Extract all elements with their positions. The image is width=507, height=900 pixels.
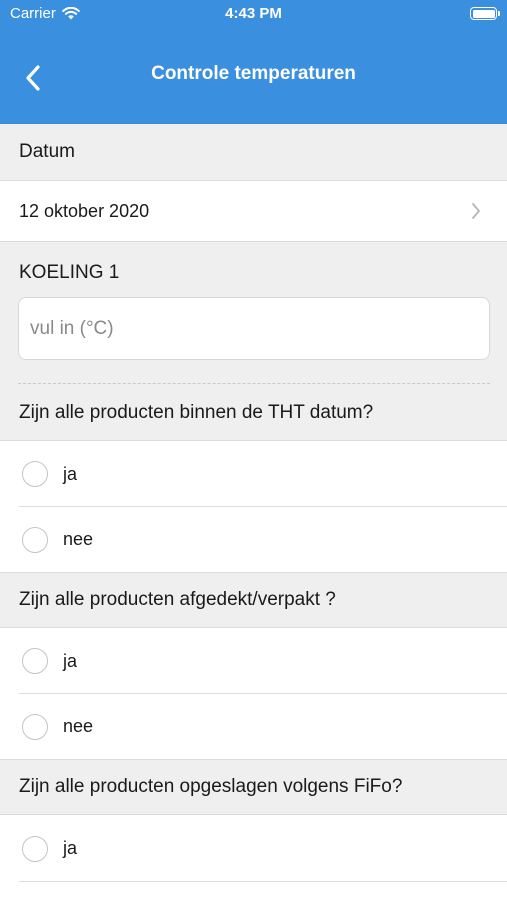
radio-button[interactable] — [22, 648, 48, 674]
radio-label: ja — [63, 650, 78, 671]
radio-option-nee[interactable]: nee — [0, 507, 507, 573]
radio-option-nee[interactable]: nee — [0, 694, 507, 760]
temperature-section: KOELING 1 — [0, 242, 507, 386]
question-text: Zijn alle producten afgedekt/verpakt ? — [19, 589, 336, 610]
question-text: Zijn alle producten opgeslagen volgens F… — [19, 776, 403, 797]
temperature-label: KOELING 1 — [19, 262, 120, 283]
radio-option-ja[interactable]: ja — [0, 814, 507, 882]
radio-option-partial[interactable] — [0, 882, 507, 900]
question-header: Zijn alle producten binnen de THT datum? — [0, 386, 507, 440]
temperature-input[interactable] — [18, 297, 490, 360]
radio-label: ja — [63, 838, 78, 858]
radio-option-ja[interactable]: ja — [0, 627, 507, 694]
navigation-header: Carrier 4:43 PM Controle temperaturen — [0, 0, 507, 124]
date-picker-row[interactable]: 12 oktober 2020 — [0, 180, 507, 242]
question-text: Zijn alle producten binnen de THT datum? — [19, 402, 374, 423]
radio-button[interactable] — [22, 461, 48, 487]
question-header: Zijn alle producten afgedekt/verpakt ? — [0, 573, 507, 627]
radio-button[interactable] — [22, 835, 48, 862]
radio-button[interactable] — [22, 526, 48, 553]
radio-label: nee — [63, 716, 94, 736]
battery-icon — [470, 7, 500, 20]
chevron-right-icon — [472, 203, 480, 219]
radio-button[interactable] — [22, 713, 48, 740]
date-section-header: Datum — [0, 124, 507, 180]
date-label: Datum — [19, 141, 75, 162]
question-header: Zijn alle producten opgeslagen volgens F… — [0, 760, 507, 814]
status-bar: Carrier 4:43 PM — [0, 0, 507, 30]
radio-label: ja — [63, 463, 78, 484]
page-title: Controle temperaturen — [151, 63, 356, 84]
radio-option-ja[interactable]: ja — [0, 440, 507, 507]
date-value: 12 oktober 2020 — [19, 200, 150, 221]
dashed-divider — [18, 383, 490, 384]
radio-label: nee — [63, 529, 94, 549]
status-time: 4:43 PM — [225, 5, 282, 22]
